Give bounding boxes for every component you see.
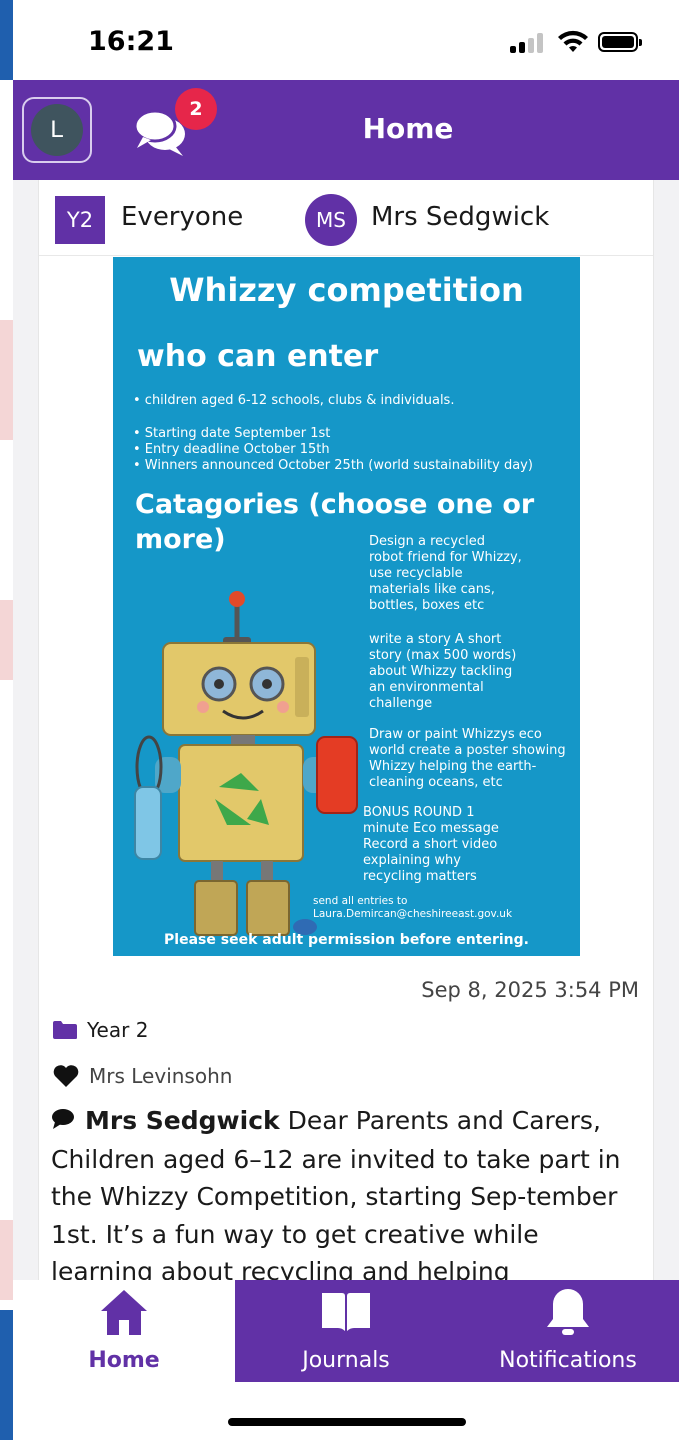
app-screen: 16:21 L 2 Home Y2 Everyone MS Mrs Sedgwi… xyxy=(0,0,679,1440)
background-gutter xyxy=(13,180,38,1280)
liked-by-label: Mrs Levinsohn xyxy=(89,1064,233,1088)
robot-illustration-icon xyxy=(134,591,358,936)
wifi-icon xyxy=(558,30,588,52)
home-icon xyxy=(99,1286,149,1338)
post-likes-row[interactable]: Mrs Levinsohn xyxy=(53,1064,232,1088)
author-name: Mrs Sedgwick xyxy=(371,202,550,232)
avatar: L xyxy=(31,104,83,156)
post-card: Y2 Everyone MS Mrs Sedgwick Whizzy compe… xyxy=(38,180,654,1280)
poster-category-text: Design a recycled robot friend for Whizz… xyxy=(369,534,522,613)
heart-icon xyxy=(53,1064,79,1088)
poster-date-item: • Starting date September 1st xyxy=(133,426,331,441)
app-header: L 2 Home xyxy=(13,80,679,180)
bell-icon xyxy=(545,1286,591,1338)
audience-label: Everyone xyxy=(121,202,244,232)
background-edge xyxy=(0,0,13,80)
background-edge xyxy=(0,1220,13,1300)
nav-journals[interactable]: Journals xyxy=(235,1280,457,1382)
poster-bonus-text: BONUS ROUND 1 minute Eco message Record … xyxy=(363,805,499,884)
background-edge xyxy=(0,1310,13,1440)
nav-notifications[interactable]: Notifications xyxy=(457,1280,679,1382)
status-time: 16:21 xyxy=(88,26,174,57)
poster-who-heading: who can enter xyxy=(137,339,379,374)
bottom-navigation: Home Journals Notifications xyxy=(13,1280,679,1382)
home-indicator-area xyxy=(13,1382,679,1440)
class-badge: Y2 xyxy=(55,196,105,244)
status-bar: 16:21 xyxy=(13,0,679,80)
post-body: Mrs Sedgwick Dear Parents and Carers, Ch… xyxy=(51,1102,643,1280)
background-edge xyxy=(0,320,13,440)
author-avatar: MS xyxy=(305,194,357,246)
background-gutter xyxy=(654,180,679,1280)
poster-footer: Please seek adult permission before ente… xyxy=(164,932,529,948)
poster-category-text: write a story A short story (max 500 wor… xyxy=(369,632,517,711)
nav-notifications-label: Notifications xyxy=(499,1348,637,1373)
folder-icon xyxy=(53,1020,77,1040)
post-image[interactable]: Whizzy competition who can enter • child… xyxy=(113,257,580,956)
poster-date-item: • Entry deadline October 15th xyxy=(133,442,330,457)
poster-who-item: • children aged 6-12 schools, clubs & in… xyxy=(133,393,455,408)
profile-button[interactable]: L xyxy=(22,97,92,163)
nav-home[interactable]: Home xyxy=(13,1280,235,1382)
poster-title: Whizzy competition xyxy=(169,271,524,309)
post-body-author: Mrs Sedgwick xyxy=(85,1106,280,1135)
nav-journals-label: Journals xyxy=(302,1348,390,1373)
battery-icon xyxy=(598,32,642,52)
messages-badge: 2 xyxy=(175,88,217,130)
background-edge xyxy=(0,600,13,680)
page-title: Home xyxy=(362,112,454,145)
comment-icon xyxy=(51,1103,75,1141)
post-audience-row: Y2 Everyone MS Mrs Sedgwick xyxy=(39,180,653,256)
post-group-label: Year 2 xyxy=(87,1018,149,1042)
poster-category-text: Draw or paint Whizzys eco world create a… xyxy=(369,727,566,790)
cellular-signal-icon xyxy=(510,33,546,53)
post-date: Sep 8, 2025 3:54 PM xyxy=(421,978,639,1002)
nav-home-label: Home xyxy=(88,1348,160,1373)
book-icon xyxy=(320,1286,372,1338)
post-group-row[interactable]: Year 2 xyxy=(53,1018,148,1042)
poster-date-item: • Winners announced October 25th (world … xyxy=(133,458,533,473)
home-indicator[interactable] xyxy=(228,1418,466,1426)
